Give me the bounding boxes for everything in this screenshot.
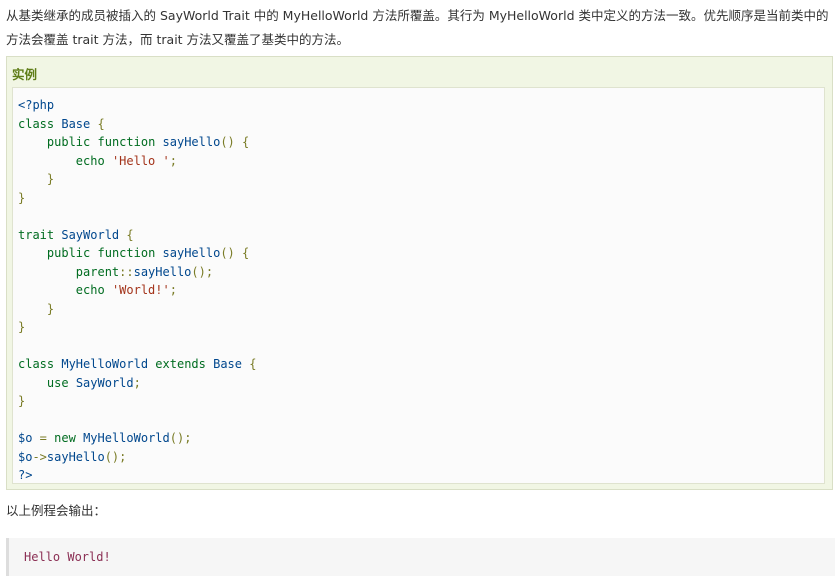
- code-line: trait SayWorld {: [18, 226, 256, 245]
- code-line: parent::sayHello();: [18, 263, 256, 282]
- code-line: class Base {: [18, 115, 256, 134]
- code-token: function: [97, 135, 156, 149]
- code-token: {: [242, 357, 257, 371]
- code-token: ;: [169, 283, 177, 297]
- example-box: 实例 <?php class Base { public function say…: [6, 56, 833, 490]
- code-token: parent: [75, 264, 120, 279]
- code-content: <?php class Base { public function sayHel…: [18, 96, 256, 485]
- code-line: }: [18, 189, 256, 208]
- code-token: public: [46, 135, 91, 149]
- code-token: Base: [213, 357, 243, 371]
- example-title: 实例: [12, 67, 38, 82]
- code-token: {: [119, 227, 134, 242]
- code-token: =: [32, 431, 55, 445]
- code-token: echo: [75, 153, 105, 168]
- code-token: }: [18, 394, 26, 408]
- code-token: }: [18, 190, 26, 205]
- code-line: }: [18, 318, 256, 337]
- code-token: SayWorld: [61, 227, 120, 242]
- code-token: SayWorld: [75, 375, 134, 390]
- code-token: extends: [155, 357, 206, 371]
- output-block: Hello World!: [6, 538, 835, 576]
- code-token: ();: [191, 264, 214, 279]
- code-token: class: [18, 357, 55, 371]
- code-token: }: [46, 172, 55, 186]
- code-token: $o: [18, 449, 33, 464]
- code-token: {: [90, 116, 105, 131]
- code-block: <?php class Base { public function sayHel…: [12, 87, 825, 484]
- code-line: }: [18, 170, 256, 189]
- code-token: ;: [133, 375, 141, 390]
- code-line: ?>: [18, 466, 256, 485]
- code-line: $o->sayHello();: [18, 448, 256, 467]
- code-line: use SayWorld;: [18, 374, 256, 393]
- output-text: Hello World!: [24, 550, 111, 564]
- code-token: ();: [169, 431, 192, 445]
- code-token: MyHelloWorld: [61, 357, 149, 371]
- code-token: sayHello: [162, 135, 221, 149]
- code-token: MyHelloWorld: [83, 431, 170, 445]
- code-token: sayHello: [46, 449, 105, 464]
- code-token: ->: [32, 449, 47, 464]
- code-line: class MyHelloWorld extends Base {: [18, 355, 256, 374]
- code-token: sayHello: [162, 246, 221, 260]
- code-line: echo 'Hello ';: [18, 152, 256, 171]
- code-token: function: [97, 246, 156, 260]
- code-line: <?php: [18, 96, 256, 115]
- code-token: ;: [169, 153, 177, 168]
- code-token: 'Hello ': [111, 153, 170, 168]
- code-token: Base: [61, 116, 91, 131]
- code-token: use: [46, 375, 69, 390]
- code-token: }: [46, 301, 55, 316]
- code-token: }: [18, 320, 26, 334]
- code-token: 'World!': [111, 283, 170, 297]
- code-token: <?php: [18, 98, 55, 112]
- code-token: () {: [220, 246, 250, 260]
- code-token: class: [18, 116, 55, 131]
- code-token: public: [46, 246, 91, 260]
- code-line: echo 'World!';: [18, 281, 256, 300]
- code-token: ();: [104, 449, 127, 464]
- code-token: () {: [220, 135, 250, 149]
- code-line: public function sayHello() {: [18, 133, 256, 152]
- code-token: ?>: [18, 468, 33, 482]
- intro-paragraph: 从基类继承的成员被插入的 SayWorld Trait 中的 MyHelloWo…: [6, 8, 829, 47]
- code-token: $o: [18, 431, 33, 445]
- code-line: }: [18, 392, 256, 411]
- code-line: }: [18, 300, 256, 319]
- code-line: public function sayHello() {: [18, 244, 256, 263]
- code-token: ::: [119, 264, 134, 279]
- code-token: new: [54, 431, 76, 445]
- code-token: echo: [75, 283, 105, 297]
- code-token: sayHello: [133, 264, 192, 279]
- output-label: 以上例程会输出：: [6, 503, 107, 518]
- code-token: trait: [18, 227, 55, 242]
- code-line: $o = new MyHelloWorld();: [18, 429, 256, 448]
